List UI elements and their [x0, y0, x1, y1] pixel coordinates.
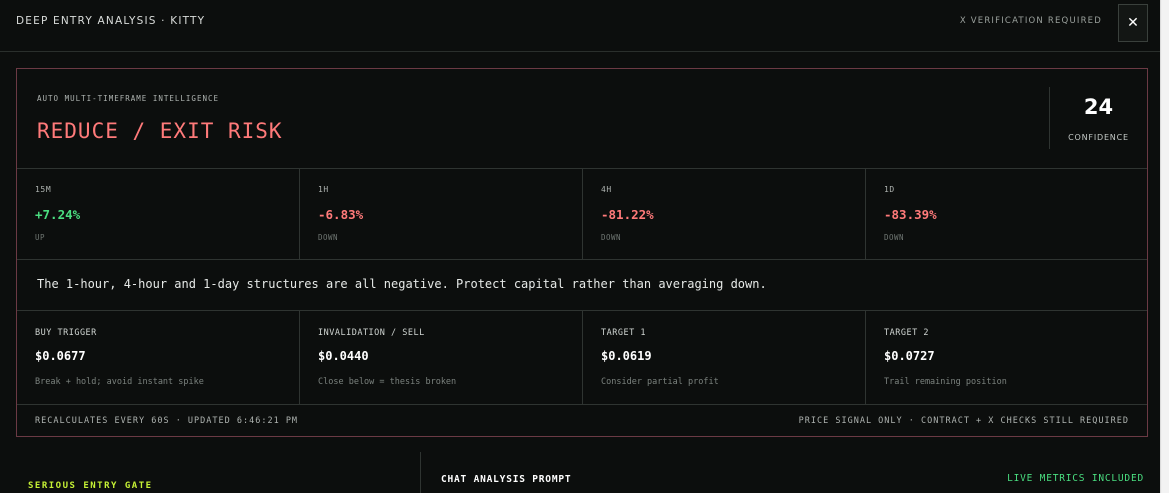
confidence-label: CONFIDENCE: [1068, 133, 1129, 142]
timeframe-label: 1D: [884, 185, 895, 194]
confidence-value: 24: [1083, 95, 1114, 119]
timeframe-1h: 1H -6.83% DOWN: [300, 169, 583, 260]
timeframe-label: 1H: [318, 185, 329, 194]
level-note: Break + hold; avoid instant spike: [35, 377, 204, 387]
timeframe-1d: 1D -83.39% DOWN: [866, 169, 1149, 260]
chat-analysis-prompt-heading: CHAT ANALYSIS PROMPT: [441, 474, 572, 485]
level-label: INVALIDATION / SELL: [318, 328, 425, 338]
timeframe-4h: 4H -81.22% DOWN: [583, 169, 866, 260]
level-target-1: TARGET 1 $0.0619 Consider partial profit: [583, 311, 866, 405]
scrollbar[interactable]: [1160, 0, 1169, 493]
serious-entry-gate-heading: SERIOUS ENTRY GATE: [28, 481, 153, 491]
level-note: Consider partial profit: [601, 377, 719, 387]
verdict-text: REDUCE / EXIT RISK: [37, 119, 283, 143]
timeframe-change: +7.24%: [35, 207, 81, 222]
timeframe-direction: UP: [35, 233, 46, 242]
section-eyebrow: AUTO MULTI-TIMEFRAME INTELLIGENCE: [37, 94, 220, 103]
level-value: $0.0619: [601, 349, 652, 363]
timeframe-15m: 15M +7.24% UP: [17, 169, 300, 260]
recalc-status: RECALCULATES EVERY 60S · UPDATED 6:46:21…: [35, 416, 299, 426]
level-target-2: TARGET 2 $0.0727 Trail remaining positio…: [866, 311, 1149, 405]
timeframe-label: 4H: [601, 185, 612, 194]
disclaimer-text: PRICE SIGNAL ONLY · CONTRACT + X CHECKS …: [798, 416, 1129, 426]
verdict-section: AUTO MULTI-TIMEFRAME INTELLIGENCE REDUCE…: [17, 69, 1147, 169]
panel-header: DEEP ENTRY ANALYSIS · KITTY X VERIFICATI…: [0, 0, 1160, 52]
level-buy-trigger: BUY TRIGGER $0.0677 Break + hold; avoid …: [17, 311, 300, 405]
card-footer: RECALCULATES EVERY 60S · UPDATED 6:46:21…: [17, 405, 1147, 438]
panel-title: DEEP ENTRY ANALYSIS · KITTY: [16, 15, 206, 27]
scrollbar-thumb[interactable]: [1162, 0, 1169, 493]
level-value: $0.0727: [884, 349, 935, 363]
deep-entry-analysis-panel: DEEP ENTRY ANALYSIS · KITTY X VERIFICATI…: [0, 0, 1169, 493]
verification-note: X VERIFICATION REQUIRED: [959, 16, 1102, 26]
level-invalidation: INVALIDATION / SELL $0.0440 Close below …: [300, 311, 583, 405]
level-value: $0.0440: [318, 349, 369, 363]
summary-text: The 1-hour, 4-hour and 1-day structures …: [37, 277, 767, 291]
level-label: TARGET 2: [884, 328, 929, 338]
level-label: BUY TRIGGER: [35, 328, 97, 338]
summary-section: The 1-hour, 4-hour and 1-day structures …: [17, 260, 1147, 311]
close-button[interactable]: ✕: [1118, 4, 1148, 42]
timeframe-change: -83.39%: [884, 207, 937, 222]
close-icon: ✕: [1127, 15, 1139, 31]
price-levels-row: BUY TRIGGER $0.0677 Break + hold; avoid …: [17, 311, 1147, 405]
live-metrics-badge: LIVE METRICS INCLUDED: [1007, 473, 1144, 484]
timeframe-direction: DOWN: [601, 233, 622, 242]
analysis-card: AUTO MULTI-TIMEFRAME INTELLIGENCE REDUCE…: [16, 68, 1148, 437]
confidence-box: 24 CONFIDENCE: [1049, 87, 1147, 149]
timeframe-label: 15M: [35, 185, 52, 194]
timeframe-direction: DOWN: [318, 233, 339, 242]
bottom-divider: [420, 452, 421, 493]
timeframe-direction: DOWN: [884, 233, 905, 242]
level-label: TARGET 1: [601, 328, 646, 338]
level-note: Close below = thesis broken: [318, 377, 457, 387]
timeframe-row: 15M +7.24% UP 1H -6.83% DOWN 4H -81.22% …: [17, 169, 1147, 260]
level-note: Trail remaining position: [884, 377, 1007, 387]
timeframe-change: -6.83%: [318, 207, 364, 222]
timeframe-change: -81.22%: [601, 207, 654, 222]
level-value: $0.0677: [35, 349, 86, 363]
